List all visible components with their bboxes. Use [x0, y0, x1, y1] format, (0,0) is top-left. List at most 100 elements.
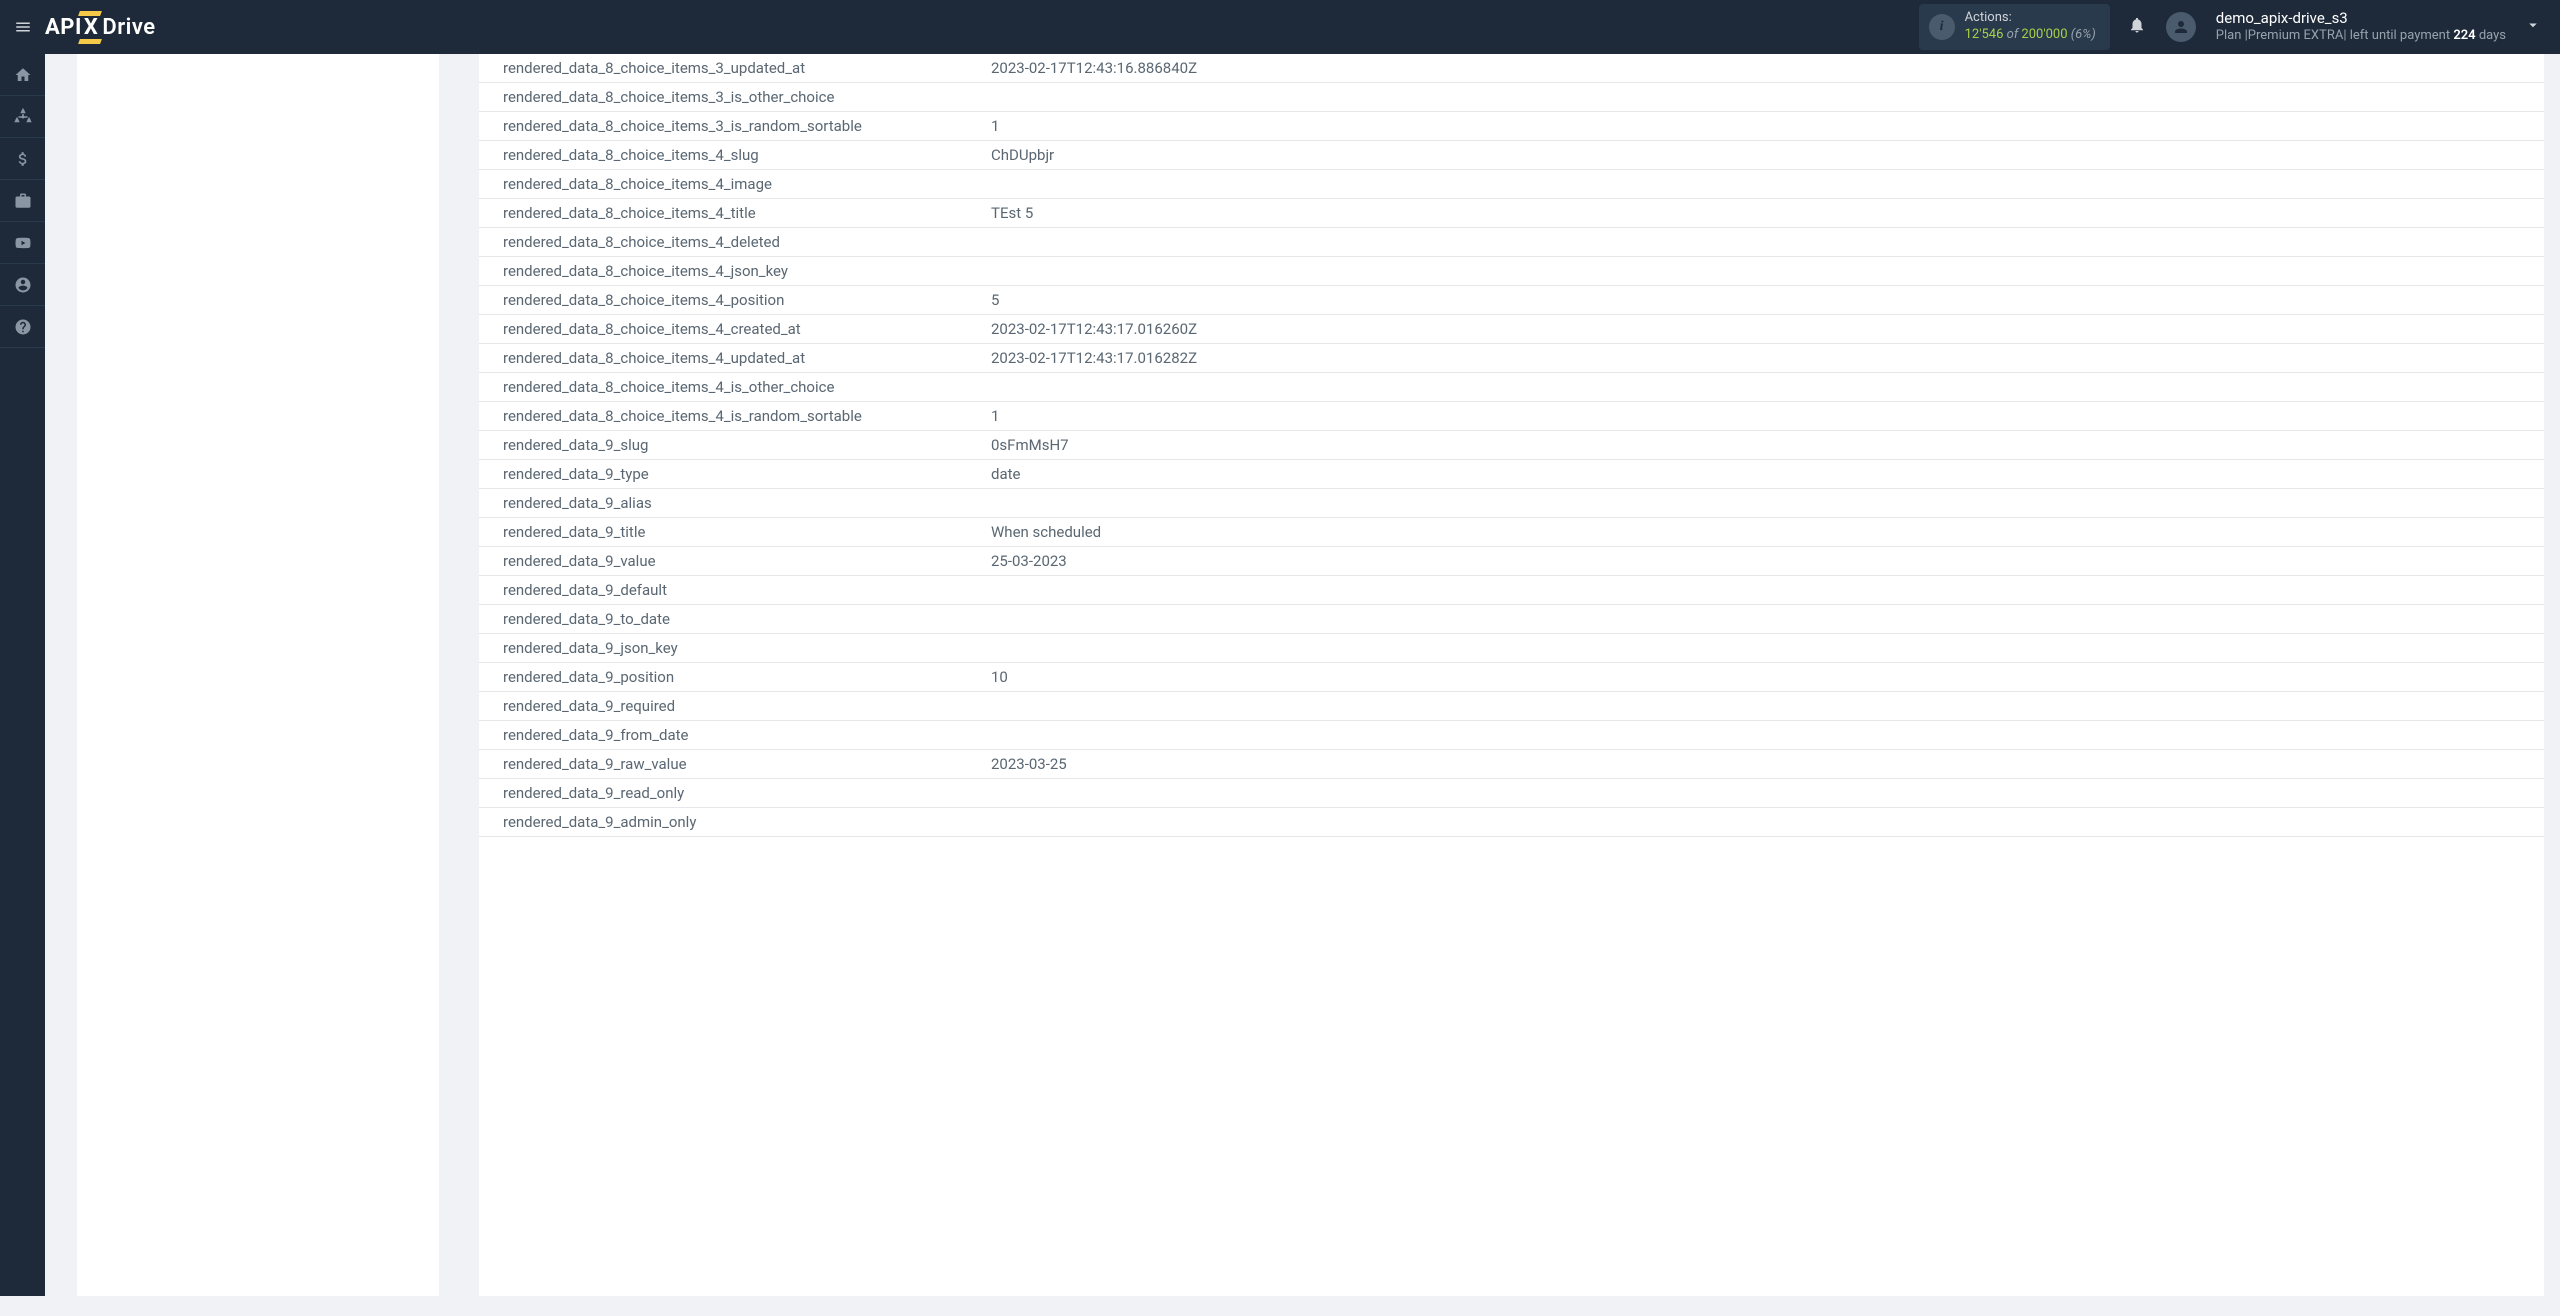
info-icon: i — [1929, 14, 1955, 40]
row-key: rendered_data_9_position — [479, 663, 981, 692]
table-row: rendered_data_9_read_only — [479, 779, 2544, 808]
hamburger-menu[interactable] — [0, 18, 45, 36]
actions-count: 12'546 — [1965, 27, 2004, 42]
table-row: rendered_data_9_default — [479, 576, 2544, 605]
row-key: rendered_data_8_choice_items_4_created_a… — [479, 315, 981, 344]
row-key: rendered_data_9_raw_value — [479, 750, 981, 779]
table-row: rendered_data_9_admin_only — [479, 808, 2544, 837]
row-key: rendered_data_9_admin_only — [479, 808, 981, 837]
row-value — [981, 692, 2544, 721]
row-key: rendered_data_8_choice_items_3_is_other_… — [479, 83, 981, 112]
row-value — [981, 721, 2544, 750]
bell-icon[interactable] — [2128, 15, 2146, 39]
row-key: rendered_data_8_choice_items_4_updated_a… — [479, 344, 981, 373]
table-row: rendered_data_9_raw_value2023-03-25 — [479, 750, 2544, 779]
actions-label: Actions: — [1965, 10, 2096, 27]
actions-total: 200'000 — [2021, 27, 2067, 42]
row-value: TEst 5 — [981, 199, 2544, 228]
row-key: rendered_data_9_default — [479, 576, 981, 605]
row-key: rendered_data_8_choice_items_4_json_key — [479, 257, 981, 286]
table-row: rendered_data_8_choice_items_4_deleted — [479, 228, 2544, 257]
sidebar-item-billing[interactable] — [0, 138, 45, 180]
sidebar-item-connections[interactable] — [0, 96, 45, 138]
table-row: rendered_data_9_titleWhen scheduled — [479, 518, 2544, 547]
row-key: rendered_data_9_type — [479, 460, 981, 489]
row-key: rendered_data_9_to_date — [479, 605, 981, 634]
table-row: rendered_data_9_value25-03-2023 — [479, 547, 2544, 576]
sidebar-item-account[interactable] — [0, 264, 45, 306]
row-value — [981, 634, 2544, 663]
row-value: ChDUpbjr — [981, 141, 2544, 170]
row-key: rendered_data_9_slug — [479, 431, 981, 460]
row-value — [981, 808, 2544, 837]
actions-text: Actions: 12'546 of 200'000 (6%) — [1965, 10, 2096, 44]
table-row: rendered_data_9_from_date — [479, 721, 2544, 750]
row-value — [981, 489, 2544, 518]
table-row: rendered_data_8_choice_items_4_titleTEst… — [479, 199, 2544, 228]
table-row: rendered_data_9_alias — [479, 489, 2544, 518]
row-value: 5 — [981, 286, 2544, 315]
table-row: rendered_data_8_choice_items_4_updated_a… — [479, 344, 2544, 373]
row-key: rendered_data_8_choice_items_4_is_other_… — [479, 373, 981, 402]
table-row: rendered_data_8_choice_items_4_position5 — [479, 286, 2544, 315]
main-panel: rendered_data_8_choice_items_3_updated_a… — [479, 54, 2544, 1296]
table-row: rendered_data_8_choice_items_4_is_random… — [479, 402, 2544, 431]
user-name: demo_apix-drive_s3 — [2216, 9, 2506, 29]
row-value — [981, 779, 2544, 808]
table-row: rendered_data_9_slug0sFmMsH7 — [479, 431, 2544, 460]
row-value: When scheduled — [981, 518, 2544, 547]
row-value: 1 — [981, 112, 2544, 141]
row-key: rendered_data_8_choice_items_3_updated_a… — [479, 54, 981, 83]
row-key: rendered_data_8_choice_items_4_deleted — [479, 228, 981, 257]
row-key: rendered_data_9_read_only — [479, 779, 981, 808]
row-value: date — [981, 460, 2544, 489]
row-value: 2023-02-17T12:43:16.886840Z — [981, 54, 2544, 83]
row-key: rendered_data_8_choice_items_4_slug — [479, 141, 981, 170]
row-key: rendered_data_9_from_date — [479, 721, 981, 750]
table-row: rendered_data_8_choice_items_3_is_random… — [479, 112, 2544, 141]
sidebar-item-help[interactable] — [0, 306, 45, 348]
table-row: rendered_data_8_choice_items_3_is_other_… — [479, 83, 2544, 112]
sidebar-item-briefcase[interactable] — [0, 180, 45, 222]
table-row: rendered_data_8_choice_items_3_updated_a… — [479, 54, 2544, 83]
table-row: rendered_data_8_choice_items_4_created_a… — [479, 315, 2544, 344]
table-row: rendered_data_8_choice_items_4_slugChDUp… — [479, 141, 2544, 170]
user-plan: Plan |Premium EXTRA| left until payment … — [2216, 28, 2506, 45]
table-row: rendered_data_9_position10 — [479, 663, 2544, 692]
row-value — [981, 373, 2544, 402]
table-row: rendered_data_9_to_date — [479, 605, 2544, 634]
table-row: rendered_data_8_choice_items_4_is_other_… — [479, 373, 2544, 402]
row-value: 2023-02-17T12:43:17.016260Z — [981, 315, 2544, 344]
chevron-down-icon[interactable] — [2524, 16, 2542, 38]
row-key: rendered_data_9_required — [479, 692, 981, 721]
row-value: 2023-02-17T12:43:17.016282Z — [981, 344, 2544, 373]
sidebar-item-home[interactable] — [0, 54, 45, 96]
logo[interactable]: APIXDrive — [45, 15, 156, 40]
sidebar-item-video[interactable] — [0, 222, 45, 264]
logo-drive: Drive — [102, 15, 155, 40]
row-key: rendered_data_9_json_key — [479, 634, 981, 663]
row-value: 1 — [981, 402, 2544, 431]
row-value: 25-03-2023 — [981, 547, 2544, 576]
row-value: 10 — [981, 663, 2544, 692]
row-key: rendered_data_8_choice_items_4_image — [479, 170, 981, 199]
row-value — [981, 605, 2544, 634]
table-row: rendered_data_9_json_key — [479, 634, 2544, 663]
row-value — [981, 228, 2544, 257]
table-row: rendered_data_9_typedate — [479, 460, 2544, 489]
row-key: rendered_data_9_value — [479, 547, 981, 576]
left-panel — [77, 54, 439, 1296]
row-key: rendered_data_8_choice_items_4_is_random… — [479, 402, 981, 431]
logo-api: API — [45, 15, 82, 40]
row-value: 2023-03-25 — [981, 750, 2544, 779]
row-key: rendered_data_8_choice_items_4_title — [479, 199, 981, 228]
row-key: rendered_data_8_choice_items_3_is_random… — [479, 112, 981, 141]
row-key: rendered_data_9_alias — [479, 489, 981, 518]
actions-box[interactable]: i Actions: 12'546 of 200'000 (6%) — [1919, 4, 2110, 50]
table-row: rendered_data_8_choice_items_4_image — [479, 170, 2544, 199]
table-row: rendered_data_9_required — [479, 692, 2544, 721]
user-avatar-icon[interactable] — [2166, 12, 2196, 42]
row-value: 0sFmMsH7 — [981, 431, 2544, 460]
user-block[interactable]: demo_apix-drive_s3 Plan |Premium EXTRA| … — [2216, 9, 2506, 45]
row-value — [981, 576, 2544, 605]
